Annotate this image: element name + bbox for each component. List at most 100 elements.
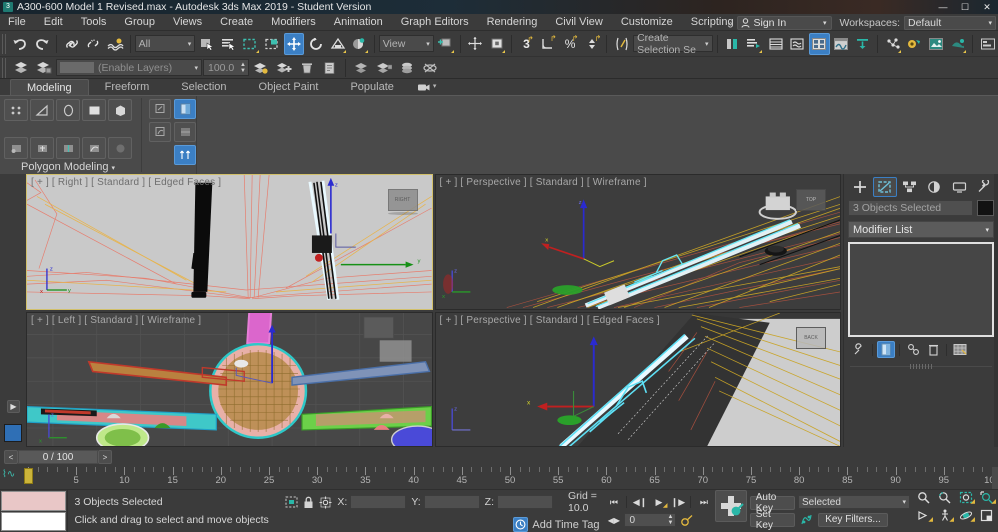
collapse-stack-button[interactable] xyxy=(149,99,171,119)
layer-opacity-spinner[interactable]: 100.0 ▲▼ xyxy=(203,59,249,76)
maximize-viewport-toggle-icon[interactable] xyxy=(977,508,996,523)
mini-listener-output[interactable] xyxy=(1,491,66,511)
select-and-place-button[interactable] xyxy=(349,33,370,55)
sign-in-button[interactable]: Sign In ▾ xyxy=(737,16,832,30)
menu-create[interactable]: Create xyxy=(211,14,262,31)
configure-modifier-sets-button[interactable] xyxy=(951,341,969,358)
use-pivot-point-center-button[interactable] xyxy=(435,33,456,55)
workspace-select[interactable]: Default ▾ xyxy=(904,16,996,30)
layer-properties-button[interactable] xyxy=(319,57,341,79)
select-and-rotate-button[interactable] xyxy=(305,33,326,55)
menu-overflow-icon[interactable]: » xyxy=(727,18,732,28)
hide-objects-button[interactable] xyxy=(396,57,418,79)
viewport-cube-top-right[interactable]: TOP xyxy=(796,189,826,215)
zoom-all-icon[interactable] xyxy=(935,490,954,505)
current-frame-field[interactable]: 0 ▲▼ xyxy=(624,513,676,527)
motion-tab[interactable] xyxy=(922,177,946,197)
maximize-button[interactable]: ☐ xyxy=(954,0,976,14)
compact-material-editor-button[interactable] xyxy=(809,33,830,55)
key-mode-toggle-button[interactable] xyxy=(678,513,695,528)
modify-tab[interactable] xyxy=(873,177,897,197)
viewport-label-bottom-left[interactable]: [ + ] [ Left ] [ Standard ] [ Wireframe … xyxy=(31,315,201,326)
play-animation-button[interactable]: ▶ ◢ xyxy=(650,495,667,510)
z-field[interactable] xyxy=(497,495,553,509)
curve-editor-button[interactable] xyxy=(765,33,786,55)
viewport-cube-bottom-right[interactable]: BACK xyxy=(796,327,826,353)
window-crossing-button[interactable] xyxy=(262,33,283,55)
viewport-cube-top-left[interactable]: RIGHT xyxy=(388,189,418,215)
modifier-stack[interactable] xyxy=(848,242,994,337)
object-color-swatch[interactable] xyxy=(977,200,994,216)
zoom-region-icon[interactable]: ◢ xyxy=(977,490,996,505)
material-explorer-button[interactable] xyxy=(852,33,873,55)
make-planar-button[interactable] xyxy=(108,137,132,159)
mini-listener[interactable] xyxy=(0,490,67,532)
mini-listener-input[interactable] xyxy=(1,512,66,532)
selection-region-icon[interactable] xyxy=(285,494,298,510)
bind-to-space-warp-button[interactable] xyxy=(105,33,126,55)
spinner-snap-toggle-button[interactable]: ↱ xyxy=(582,33,603,55)
menu-file[interactable]: File xyxy=(0,14,35,31)
tab-object-paint[interactable]: Object Paint xyxy=(243,79,335,95)
time-slider-handle[interactable] xyxy=(24,468,33,484)
percent-snap-toggle-button[interactable]: % ↱ xyxy=(560,33,581,55)
mirror-geometry-button[interactable] xyxy=(721,33,742,55)
command-panel-scrollbar[interactable] xyxy=(994,174,998,447)
polygon-modeling-panel-title[interactable]: Polygon Modeling ▾ xyxy=(0,159,136,174)
subobject-polygon-button[interactable] xyxy=(82,99,106,121)
manage-layers-button[interactable] xyxy=(743,33,764,55)
tab-populate[interactable]: Populate xyxy=(334,79,409,95)
select-by-name-button[interactable] xyxy=(218,33,239,55)
add-time-tag-button[interactable]: Add Time Tag xyxy=(513,517,599,532)
set-key-button[interactable] xyxy=(715,490,746,522)
isolate-selection-button[interactable] xyxy=(373,57,395,79)
menu-edit[interactable]: Edit xyxy=(35,14,72,31)
named-selection-sets-input[interactable]: Create Selection Se ▾ xyxy=(633,35,712,52)
zoom-icon[interactable] xyxy=(914,490,933,505)
align-button[interactable] xyxy=(486,33,507,55)
menu-views[interactable]: Views xyxy=(164,14,211,31)
key-filters-button[interactable]: Key Filters... xyxy=(818,513,888,527)
spinner-arrows-icon[interactable]: ▲▼ xyxy=(240,62,246,74)
select-object-button[interactable] xyxy=(196,33,217,55)
menu-group[interactable]: Group xyxy=(115,14,164,31)
utilities-tab[interactable] xyxy=(972,177,996,197)
show-end-result-button[interactable] xyxy=(174,99,196,119)
undo-button[interactable] xyxy=(10,33,31,55)
redo-button[interactable] xyxy=(32,33,53,55)
menu-graph-editors[interactable]: Graph Editors xyxy=(392,14,478,31)
frame-readout[interactable]: 0 / 100 xyxy=(18,450,98,464)
paint-connect-button[interactable] xyxy=(82,137,106,159)
selection-lock-toggle-icon[interactable] xyxy=(303,494,314,510)
select-and-move-button[interactable] xyxy=(284,33,305,55)
angle-snap-toggle-button[interactable]: ↱ xyxy=(538,33,559,55)
menu-civil-view[interactable]: Civil View xyxy=(546,14,611,31)
repeat-last-button[interactable] xyxy=(30,137,54,159)
y-field[interactable] xyxy=(424,495,480,509)
rendered-frame-window-button[interactable] xyxy=(926,33,947,55)
tab-freeform[interactable]: Freeform xyxy=(89,79,166,95)
hierarchy-tab[interactable] xyxy=(898,177,922,197)
subobject-border-button[interactable] xyxy=(56,99,80,121)
swift-loop-button[interactable] xyxy=(56,137,80,159)
next-key-button[interactable]: ❙▶ xyxy=(669,495,686,510)
unhide-objects-button[interactable] xyxy=(419,57,441,79)
menu-modifiers[interactable]: Modifiers xyxy=(262,14,325,31)
make-unique-button[interactable] xyxy=(149,122,171,142)
mirror-button[interactable] xyxy=(465,33,486,55)
unlink-selection-button[interactable] xyxy=(83,33,104,55)
goto-start-button[interactable]: ⏮ xyxy=(605,495,622,510)
selection-set-select[interactable]: Selected ▾ xyxy=(798,495,910,509)
previous-frame-button[interactable]: < xyxy=(4,450,18,464)
schematic-view-button[interactable] xyxy=(787,33,808,55)
toolbar-grip[interactable] xyxy=(2,58,7,78)
select-layer-objects-button[interactable] xyxy=(350,57,372,79)
pan-view-icon[interactable]: ◢ xyxy=(914,508,933,523)
viewport-bottom-right[interactable]: x z BACK [ + ] [ Perspective ] [ Standar… xyxy=(435,312,842,448)
select-and-link-button[interactable] xyxy=(61,33,82,55)
subobject-edge-button[interactable] xyxy=(30,99,54,121)
reference-coordinate-system-select[interactable]: View ▾ xyxy=(379,35,434,52)
selection-filter-select[interactable]: All ▾ xyxy=(135,35,196,52)
spinner-arrows-icon[interactable]: ▲▼ xyxy=(667,514,675,526)
particle-view-button[interactable] xyxy=(882,33,903,55)
